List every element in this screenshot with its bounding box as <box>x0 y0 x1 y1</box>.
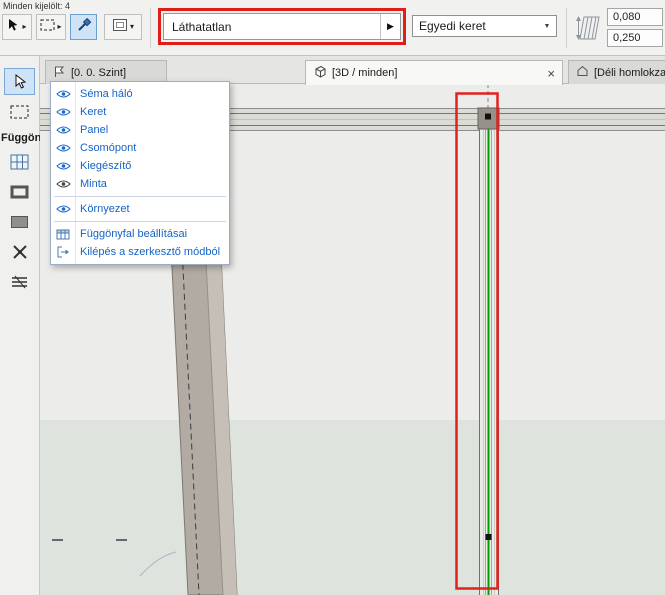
popup-item-panel[interactable]: Panel <box>51 121 229 139</box>
marquee-tool[interactable] <box>4 98 35 125</box>
eye-icon <box>51 204 75 214</box>
accessory-tool[interactable] <box>4 268 35 295</box>
syringe-icon <box>76 17 92 38</box>
floor-plane <box>40 420 665 595</box>
eye-icon <box>51 125 75 135</box>
visibility-popup-menu: Séma háló Keret Panel Csomópont Kiegészí… <box>50 81 230 265</box>
toolbar-separator <box>150 8 151 48</box>
curtain-wall-mullion[interactable] <box>478 108 499 595</box>
menu-separator <box>54 196 226 197</box>
frame-icon <box>10 185 29 199</box>
popup-item-kilepes[interactable]: Kilépés a szerkesztő módból <box>51 243 229 261</box>
view-tab-bar: [0. 0. Szint] [3D / minden] × [Déli homl… <box>40 56 665 84</box>
eye-icon <box>51 143 75 153</box>
elevation-icon <box>576 65 589 80</box>
display-options-button[interactable]: ▾ <box>104 14 142 40</box>
tab-label: [Déli homlokza <box>594 67 665 79</box>
panel-icon <box>10 215 29 229</box>
toolbox-sidebar: Függön: <box>0 56 40 595</box>
flyout-arrow-icon: ▸ <box>57 23 61 31</box>
eye-icon <box>51 161 75 171</box>
tab-3d[interactable]: [3D / minden] × <box>305 60 563 85</box>
settings-table-icon <box>51 229 75 240</box>
tab-elevation[interactable]: [Déli homlokza <box>568 60 665 84</box>
frame-type-value: Egyedi keret <box>413 19 538 33</box>
eye-icon <box>51 89 75 99</box>
close-tab-icon[interactable]: × <box>539 67 555 80</box>
arrow-tool[interactable] <box>4 68 35 95</box>
marquee-icon <box>40 18 55 36</box>
exit-icon <box>51 246 75 258</box>
flyout-arrow-icon: ▸ <box>22 23 26 31</box>
offset-bottom-field[interactable] <box>607 29 663 47</box>
grid-icon <box>10 154 29 170</box>
panel-tool[interactable] <box>4 208 35 235</box>
visibility-dropdown-label: Láthatatlan <box>164 20 380 34</box>
node-handle[interactable] <box>486 534 492 540</box>
junction-tool[interactable] <box>4 238 35 265</box>
toolbar-separator <box>566 8 567 48</box>
arrow-cursor-icon <box>13 74 26 89</box>
selection-status: Minden kijelölt: 4 <box>3 1 70 11</box>
menu-arrow-icon[interactable]: ▶ <box>380 14 400 39</box>
junction-icon <box>12 244 28 260</box>
node-handle[interactable] <box>485 114 491 120</box>
marquee-icon <box>10 105 29 119</box>
menu-separator <box>54 221 226 222</box>
combo-chevron-icon: ▼ <box>538 23 556 30</box>
popup-item-kiegeszito[interactable]: Kiegészítő <box>51 157 229 175</box>
frame-type-select[interactable]: Egyedi keret ▼ <box>412 15 557 37</box>
inject-parameters-button[interactable] <box>70 14 97 40</box>
popup-item-fuggonyfal-beallitasai[interactable]: Függönyfal beállításai <box>51 225 229 243</box>
frame-tool[interactable] <box>4 178 35 205</box>
popup-item-sema-halo[interactable]: Séma háló <box>51 85 229 103</box>
dropdown-caret-icon: ▾ <box>130 23 134 31</box>
offset-top-field[interactable] <box>607 8 663 26</box>
app-window: Minden kijelölt: 4 ▸ ▸ ▾ <box>0 0 665 595</box>
visibility-dropdown-highlight: Láthatatlan ▶ <box>158 8 406 45</box>
tab-label: [0. 0. Szint] <box>71 67 126 79</box>
top-toolbar: Minden kijelölt: 4 ▸ ▸ ▾ <box>0 0 665 56</box>
popup-item-kornyezet[interactable]: Környezet <box>51 200 229 218</box>
cube-icon <box>313 65 327 81</box>
toolbox-section-label: Függön: <box>1 132 40 144</box>
story-icon <box>53 65 66 81</box>
pointer-icon <box>7 18 20 37</box>
scheme-grid-tool[interactable] <box>4 148 35 175</box>
marquee-mode-button[interactable]: ▸ <box>36 14 66 40</box>
popup-item-csomopont[interactable]: Csomópont <box>51 139 229 157</box>
tab-label: [3D / minden] <box>332 67 397 79</box>
frame-display-icon <box>112 18 128 37</box>
eye-icon <box>51 107 75 117</box>
popup-item-keret[interactable]: Keret <box>51 103 229 121</box>
pick-up-parameters-button[interactable]: ▸ <box>2 14 32 40</box>
popup-item-minta[interactable]: Minta <box>51 175 229 193</box>
eye-closed-icon <box>51 179 75 189</box>
profile-offset-icon <box>573 11 603 45</box>
visibility-dropdown[interactable]: Láthatatlan ▶ <box>163 13 401 40</box>
hatch-icon <box>10 275 29 289</box>
